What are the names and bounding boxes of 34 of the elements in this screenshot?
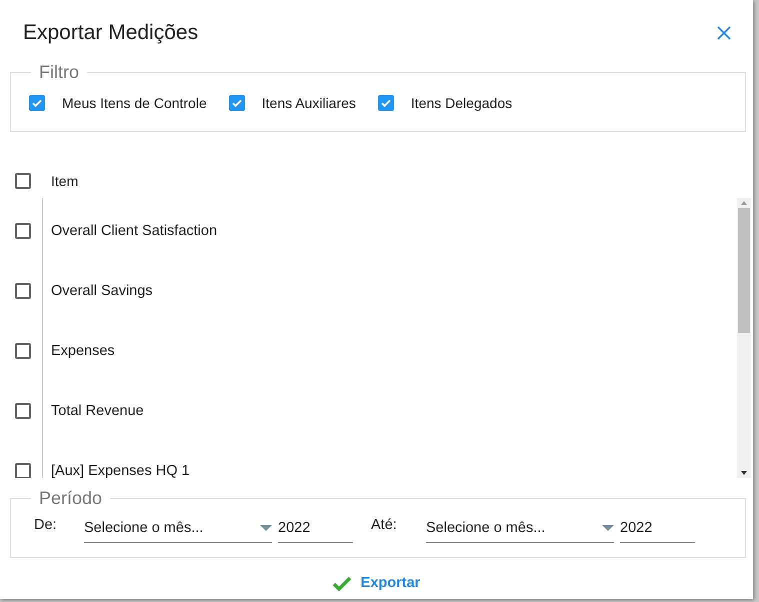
item-label: [Aux] Expenses HQ 1 bbox=[51, 463, 190, 478]
field-label: De: bbox=[34, 516, 58, 533]
item-label: Expenses bbox=[51, 343, 115, 359]
scrollbar[interactable] bbox=[737, 198, 751, 478]
item-label: Overall Savings bbox=[51, 283, 153, 299]
checkbox[interactable] bbox=[15, 173, 31, 189]
checkbox[interactable] bbox=[228, 95, 245, 111]
month-dropdown[interactable]: Selecione o mês... bbox=[84, 513, 272, 543]
checkbox[interactable] bbox=[378, 95, 394, 111]
export-button[interactable]: Exportar bbox=[332, 575, 420, 591]
dialog-title: Exportar Medições bbox=[23, 21, 198, 45]
check-icon bbox=[380, 97, 392, 109]
checkbox-label: Itens Auxiliares bbox=[262, 95, 356, 111]
checkbox[interactable] bbox=[15, 463, 31, 478]
field-label: Até: bbox=[371, 516, 398, 533]
checkbox[interactable] bbox=[15, 283, 31, 299]
checkbox[interactable] bbox=[15, 343, 31, 359]
checkbox[interactable] bbox=[29, 95, 45, 111]
checkbox[interactable] bbox=[15, 403, 31, 419]
item-label: Total Revenue bbox=[51, 403, 144, 419]
month-dropdown[interactable]: Selecione o mês... bbox=[426, 513, 614, 543]
close-icon[interactable] bbox=[717, 26, 731, 40]
checkbox[interactable] bbox=[15, 223, 31, 239]
check-icon bbox=[230, 97, 243, 109]
period-legend: Período bbox=[31, 488, 110, 509]
caret-icon bbox=[260, 524, 272, 532]
checkbox-label: Meus Itens de Controle bbox=[62, 95, 207, 111]
checkmark-icon bbox=[332, 576, 351, 590]
item-label: Overall Client Satisfaction bbox=[51, 223, 218, 239]
filter-legend: Filtro bbox=[31, 62, 87, 83]
column-header: Item bbox=[51, 173, 78, 189]
checkbox-label: Itens Delegados bbox=[410, 95, 512, 111]
check-icon bbox=[31, 97, 43, 109]
caret-icon bbox=[602, 524, 614, 532]
